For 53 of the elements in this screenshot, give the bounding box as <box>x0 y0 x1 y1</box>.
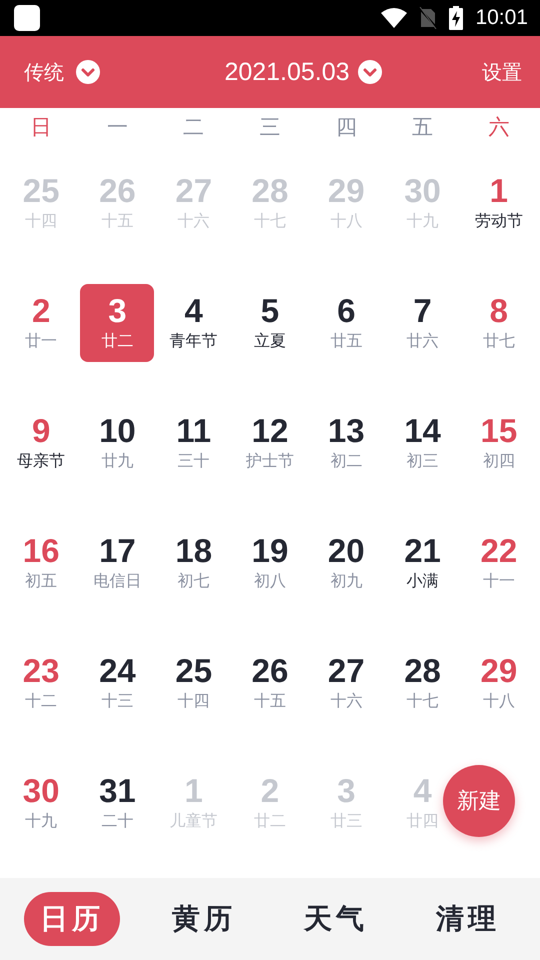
calendar-day[interactable]: 24 十三 <box>97 644 138 722</box>
calendar-day[interactable]: 26 十五 <box>250 644 290 722</box>
calendar-day[interactable]: 29 十八 <box>478 644 520 722</box>
selected-day[interactable]: 3 廿二 <box>80 284 154 362</box>
calendar-day[interactable]: 20 初九 <box>326 524 367 602</box>
calendar-day[interactable]: 16 初五 <box>20 524 62 602</box>
calendar-day[interactable]: 19 初八 <box>250 524 290 602</box>
calendar-day[interactable]: 25 十四 <box>173 644 214 722</box>
battery-charging-icon <box>449 6 464 30</box>
calendar-day[interactable]: 8 廿七 <box>480 284 517 362</box>
calendar-day[interactable]: 21 小满 <box>402 524 443 602</box>
calendar-day[interactable]: 1 劳动节 <box>472 164 525 242</box>
calendar-day[interactable]: 18 初七 <box>173 524 214 602</box>
weekday-label: 日 <box>30 114 52 141</box>
weekday-label: 二 <box>183 114 204 141</box>
calendar-mode[interactable]: 传统 <box>24 58 64 86</box>
calendar-day[interactable]: 31 二十 <box>97 764 138 842</box>
new-event-button[interactable]: 新建 <box>443 765 515 837</box>
calendar-day[interactable]: 2 廿一 <box>23 284 60 362</box>
chevron-down-icon[interactable] <box>76 60 100 84</box>
nav-tab[interactable]: 清理 <box>420 892 516 946</box>
calendar-day[interactable]: 7 廿六 <box>404 284 441 362</box>
weekday-label: 三 <box>259 114 280 141</box>
calendar-day[interactable]: 13 初二 <box>326 404 367 482</box>
app-icon <box>14 5 40 31</box>
calendar-day[interactable]: 12 护士节 <box>244 404 296 482</box>
calendar-day[interactable]: 15 初四 <box>478 404 520 482</box>
calendar-day[interactable]: 17 电信日 <box>91 524 144 602</box>
calendar-day[interactable]: 4 青年节 <box>168 284 220 362</box>
calendar-day[interactable]: 23 十二 <box>20 644 62 722</box>
no-sim-icon <box>419 7 438 29</box>
nav-tab[interactable]: 日历 <box>24 892 120 946</box>
calendar-day[interactable]: 9 母亲节 <box>15 404 68 482</box>
current-date[interactable]: 2021.05.03 <box>224 58 350 86</box>
status-time: 10:01 <box>475 6 528 30</box>
calendar-day[interactable]: 10 廿九 <box>97 404 138 482</box>
nav-tab[interactable]: 天气 <box>288 892 384 946</box>
nav-tab[interactable]: 黄历 <box>156 892 252 946</box>
chevron-down-icon[interactable] <box>358 60 382 84</box>
calendar-day[interactable]: 28 十七 <box>402 644 443 722</box>
calendar-day[interactable]: 27 十六 <box>326 644 367 722</box>
calendar-day[interactable]: 30 十九 <box>20 764 62 842</box>
calendar-day[interactable]: 14 初三 <box>402 404 443 482</box>
calendar-day[interactable]: 22 十一 <box>478 524 520 602</box>
weekday-label: 六 <box>488 114 510 141</box>
calendar-day[interactable]: 11 三十 <box>174 404 214 482</box>
weekday-label: 五 <box>412 114 434 141</box>
calendar-day[interactable]: 6 廿五 <box>328 284 364 362</box>
weekday-label: 一 <box>106 114 128 141</box>
wifi-icon <box>381 8 408 28</box>
calendar-day[interactable]: 5 立夏 <box>252 284 288 362</box>
weekday-label: 四 <box>336 114 357 141</box>
settings-button[interactable]: 设置 <box>482 58 522 86</box>
